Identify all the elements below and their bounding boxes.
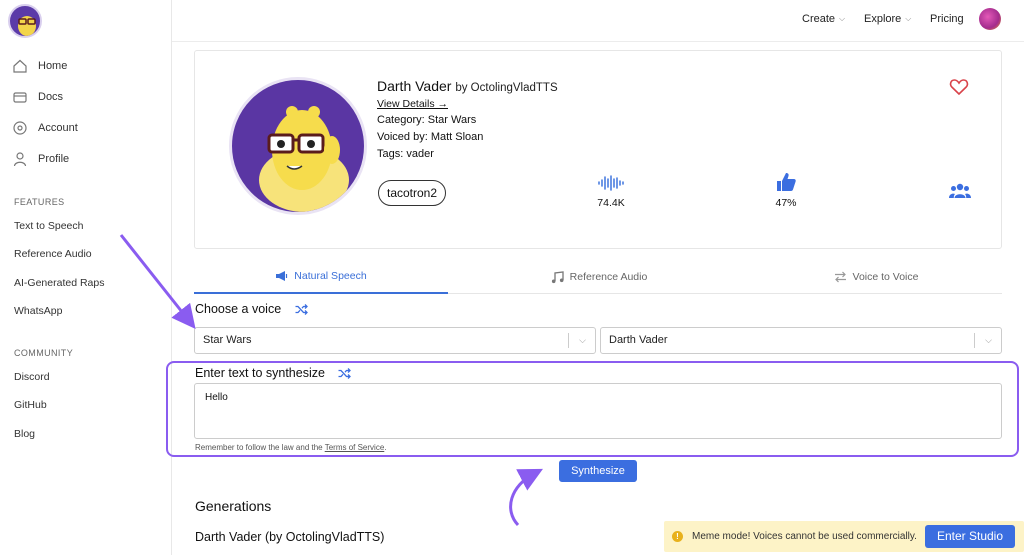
heart-icon[interactable] <box>949 77 969 97</box>
explore-label: Explore <box>864 13 902 25</box>
pricing-link[interactable]: Pricing <box>930 13 964 25</box>
voice-category: Category: Star Wars <box>377 114 477 126</box>
text-input-value: Hello <box>205 392 228 403</box>
chevron-down-icon: ⌵ <box>579 335 586 345</box>
sidebar-item-account[interactable]: Account <box>12 120 78 136</box>
synth-heading: Enter text to synthesize <box>195 366 352 380</box>
community-heading: COMMUNITY <box>14 348 74 358</box>
enter-studio-button[interactable]: Enter Studio <box>925 525 1015 548</box>
megaphone-icon <box>276 271 288 281</box>
waveform-icon <box>598 175 624 191</box>
sidebar-link-reference-audio[interactable]: Reference Audio <box>14 248 92 260</box>
voice-voiced-by: Voiced by: Matt Sloan <box>377 131 484 143</box>
features-heading: FEATURES <box>14 197 65 207</box>
sidebar-item-label: Profile <box>38 153 70 165</box>
sidebar-item-profile[interactable]: Profile <box>12 151 69 167</box>
sidebar-item-home[interactable]: Home <box>12 58 67 74</box>
model-badge: tacotron2 <box>378 180 447 206</box>
create-label: Create <box>802 13 836 25</box>
voice-title: Darth Vader by OctolingVladTTS <box>377 78 558 94</box>
view-details-link[interactable]: View Details → <box>377 98 448 110</box>
plays-stat: 74.4K <box>591 175 631 209</box>
choose-voice-label: Choose a voice <box>195 302 282 316</box>
likes-stat: 47% <box>768 171 804 209</box>
pricing-label: Pricing <box>930 13 964 25</box>
likes-percent: 47% <box>775 197 797 209</box>
tab-reference-audio[interactable]: Reference Audio <box>464 260 734 294</box>
tab-natural-speech[interactable]: Natural Speech <box>194 260 448 294</box>
voice-name: Darth Vader <box>377 78 452 94</box>
choose-voice-heading: Choose a voice <box>195 302 308 316</box>
music-note-icon <box>551 270 564 283</box>
top-bar: Create ⌵ Explore ⌵ Pricing <box>172 0 1024 42</box>
generations-heading: Generations <box>195 498 272 514</box>
account-icon <box>13 121 27 135</box>
warning-icon: ! <box>672 531 683 542</box>
tab-label: Natural Speech <box>294 270 367 282</box>
sidebar-link-discord[interactable]: Discord <box>14 371 50 383</box>
sidebar-link-blog[interactable]: Blog <box>14 428 35 440</box>
voice-select[interactable]: Darth Vader ⌵ <box>600 327 1002 354</box>
sidebar: Home Docs Account Profile FEATURES Text … <box>0 0 172 555</box>
tab-voice-to-voice[interactable]: Voice to Voice <box>750 260 1002 294</box>
sidebar-link-whatsapp[interactable]: WhatsApp <box>14 305 62 317</box>
chevron-down-icon: ⌵ <box>985 335 992 345</box>
swap-arrows-icon <box>834 271 846 283</box>
notice-end: . <box>384 443 387 452</box>
sidebar-link-github[interactable]: GitHub <box>14 399 47 411</box>
logo[interactable] <box>8 4 42 38</box>
mode-tabs: Natural Speech Reference Audio Voice to … <box>194 260 1002 294</box>
home-icon <box>13 59 27 73</box>
shuffle-icon[interactable] <box>338 368 352 380</box>
select-divider <box>974 333 975 348</box>
voice-avatar <box>229 77 367 215</box>
terms-link[interactable]: Terms of Service <box>325 443 385 452</box>
chevron-down-icon: ⌵ <box>905 14 912 23</box>
synthesize-button[interactable]: Synthesize <box>559 460 637 482</box>
explore-menu[interactable]: Explore ⌵ <box>864 13 911 25</box>
synth-label: Enter text to synthesize <box>195 366 325 380</box>
toast-text: Meme mode! Voices cannot be used commerc… <box>692 531 917 542</box>
generation-item[interactable]: Darth Vader (by OctolingVladTTS) <box>195 530 384 544</box>
category-select-value: Star Wars <box>203 334 252 346</box>
chevron-down-icon: ⌵ <box>839 14 846 23</box>
profile-icon <box>13 152 27 167</box>
tab-label: Reference Audio <box>569 271 648 283</box>
annotation-arrow <box>509 468 543 527</box>
terms-notice: Remember to follow the law and the Terms… <box>195 443 387 452</box>
text-input[interactable]: Hello <box>194 383 1002 439</box>
sidebar-item-label: Account <box>38 122 78 134</box>
sidebar-link-ai-raps[interactable]: AI-Generated Raps <box>14 277 104 289</box>
voice-select-value: Darth Vader <box>609 334 668 346</box>
sidebar-item-docs[interactable]: Docs <box>12 89 63 105</box>
thumbs-up-icon[interactable] <box>775 171 797 193</box>
plays-count: 74.4K <box>597 197 625 209</box>
notice-text: Remember to follow the law and the <box>195 443 325 452</box>
create-menu[interactable]: Create ⌵ <box>802 13 845 25</box>
meme-mode-toast: ! Meme mode! Voices cannot be used comme… <box>664 521 1024 552</box>
shuffle-icon[interactable] <box>295 304 308 316</box>
voice-tags: Tags: vader <box>377 148 434 160</box>
sidebar-link-text-to-speech[interactable]: Text to Speech <box>14 220 83 232</box>
select-divider <box>568 333 569 348</box>
sidebar-item-label: Docs <box>38 91 64 103</box>
docs-icon <box>13 92 27 103</box>
category-select[interactable]: Star Wars ⌵ <box>194 327 596 354</box>
tab-label: Voice to Voice <box>852 271 919 283</box>
user-avatar[interactable] <box>979 8 1001 30</box>
community-stat <box>948 183 972 202</box>
users-icon[interactable] <box>949 183 971 199</box>
voice-card: Darth Vader by OctolingVladTTS View Deta… <box>194 50 1002 249</box>
voice-author[interactable]: by OctolingVladTTS <box>455 82 557 94</box>
sidebar-item-label: Home <box>38 60 68 72</box>
